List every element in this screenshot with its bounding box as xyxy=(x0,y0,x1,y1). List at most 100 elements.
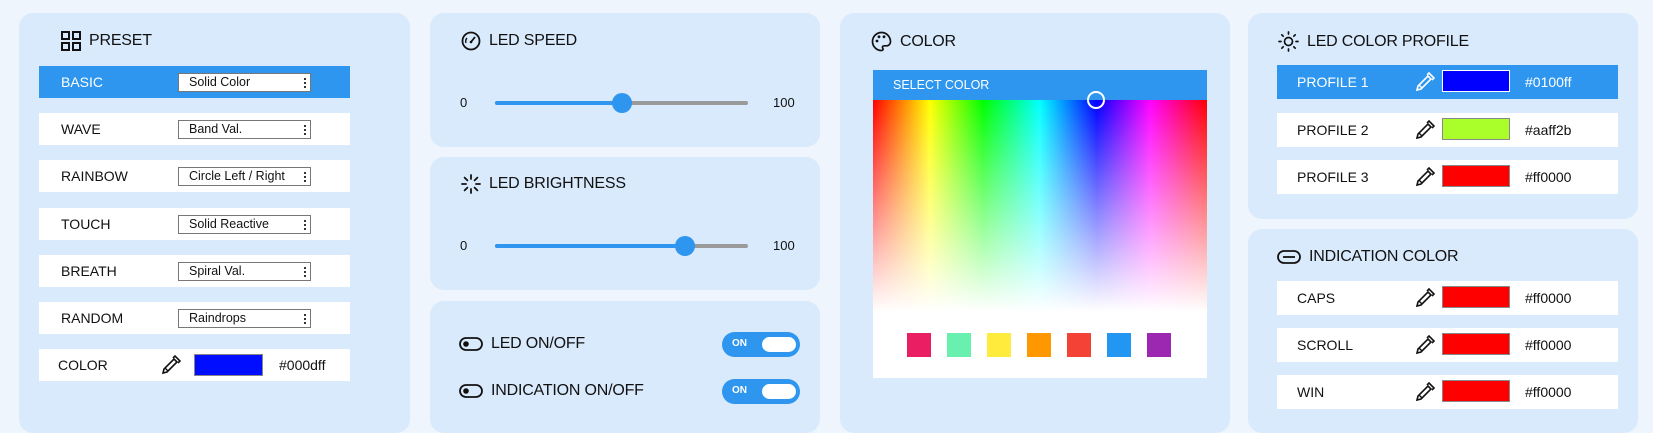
led-onoff-toggle[interactable]: ON xyxy=(722,332,800,357)
eyedropper-icon[interactable] xyxy=(1414,119,1436,141)
preset-label: BASIC xyxy=(61,74,104,90)
indication-row-caps[interactable]: CAPS #ff0000 xyxy=(1277,281,1618,315)
profile-row-3[interactable]: PROFILE 3 #ff0000 xyxy=(1277,160,1618,194)
kebab-icon xyxy=(304,265,306,277)
preset-dropdown[interactable]: Solid Color xyxy=(178,72,311,92)
indication-color-swatch[interactable] xyxy=(1442,286,1510,308)
palette-icon xyxy=(871,31,892,52)
toggle-icon xyxy=(459,337,483,351)
preset-color-row: COLOR #000dff xyxy=(39,349,350,381)
color-title-text: COLOR xyxy=(900,32,956,50)
eyedropper-icon[interactable] xyxy=(1414,334,1436,356)
indication-title-text: INDICATION COLOR xyxy=(1309,248,1459,265)
preset-color-hex: #000dff xyxy=(279,357,326,373)
indication-onoff-row: INDICATION ON/OFF xyxy=(459,382,644,400)
color-swatch[interactable] xyxy=(987,333,1011,357)
led-profile-title: LED COLOR PROFILE xyxy=(1278,31,1469,52)
dropdown-value: Solid Color xyxy=(189,74,251,89)
sun-icon xyxy=(1278,31,1299,52)
profile-hex: #0100ff xyxy=(1525,74,1572,90)
toggle-icon xyxy=(459,384,483,398)
slider-min-label: 0 xyxy=(460,238,468,253)
speedometer-icon xyxy=(461,31,481,51)
led-speed-title: LED SPEED xyxy=(461,31,577,51)
led-speed-title-text: LED SPEED xyxy=(489,32,578,49)
preset-label: WAVE xyxy=(61,121,101,137)
preset-dropdown[interactable]: Band Val. xyxy=(178,119,311,139)
eyedropper-icon[interactable] xyxy=(1414,381,1436,403)
eyedropper-icon[interactable] xyxy=(1414,71,1436,93)
profile-color-swatch[interactable] xyxy=(1442,165,1510,187)
eyedropper-icon[interactable] xyxy=(1414,166,1436,188)
preset-row-basic[interactable]: BASIC Solid Color xyxy=(39,66,350,98)
toggle-knob xyxy=(762,384,796,399)
preset-row-rainbow[interactable]: RAINBOW Circle Left / Right xyxy=(39,160,350,192)
indication-color-swatch[interactable] xyxy=(1442,380,1510,402)
preset-label: RANDOM xyxy=(61,310,124,326)
profile-row-2[interactable]: PROFILE 2 #aaff2b xyxy=(1277,113,1618,147)
led-speed-slider[interactable]: 0 100 xyxy=(458,93,803,113)
dropdown-value: Circle Left / Right xyxy=(189,168,285,183)
slider-min-label: 0 xyxy=(460,95,468,110)
led-brightness-slider[interactable]: 0 100 xyxy=(458,236,803,256)
preset-dropdown[interactable]: Spiral Val. xyxy=(178,261,311,281)
profile-color-swatch[interactable] xyxy=(1442,118,1510,140)
kebab-icon xyxy=(304,76,306,88)
preset-color-swatch[interactable] xyxy=(194,354,263,376)
indication-label: WIN xyxy=(1297,384,1325,400)
toggle-state: ON xyxy=(732,385,747,396)
preset-row-touch[interactable]: TOUCH Solid Reactive xyxy=(39,208,350,240)
color-swatch[interactable] xyxy=(947,333,971,357)
indication-onoff-toggle[interactable]: ON xyxy=(722,379,800,404)
kebab-icon xyxy=(304,312,306,324)
color-swatch[interactable] xyxy=(1027,333,1051,357)
preset-label: RAINBOW xyxy=(61,168,128,184)
toggle-knob xyxy=(762,337,796,352)
kebab-icon xyxy=(304,170,306,182)
dropdown-value: Spiral Val. xyxy=(189,263,246,278)
indication-title: INDICATION COLOR xyxy=(1277,248,1459,266)
dropdown-value: Raindrops xyxy=(189,310,246,325)
color-swatch[interactable] xyxy=(1147,333,1171,357)
preset-dropdown[interactable]: Raindrops xyxy=(178,308,311,328)
slider-thumb[interactable] xyxy=(674,236,695,256)
indication-row-win[interactable]: WIN #ff0000 xyxy=(1277,375,1618,409)
color-picker-area[interactable] xyxy=(873,100,1207,312)
indication-label: SCROLL xyxy=(1297,337,1354,353)
profile-color-swatch[interactable] xyxy=(1442,70,1510,92)
toggles-panel xyxy=(430,301,820,433)
preset-title: PRESET xyxy=(61,31,152,51)
profile-row-1[interactable]: PROFILE 1 #0100ff xyxy=(1277,65,1618,99)
color-picker-cursor[interactable] xyxy=(1087,91,1105,109)
indication-color-swatch[interactable] xyxy=(1442,333,1510,355)
color-swatch[interactable] xyxy=(1067,333,1091,357)
preset-row-breath[interactable]: BREATH Spiral Val. xyxy=(39,255,350,287)
led-brightness-title: LED BRIGHTNESS xyxy=(461,174,626,194)
color-swatch[interactable] xyxy=(1107,333,1131,357)
preset-color-label: COLOR xyxy=(58,357,108,373)
preset-dropdown[interactable]: Solid Reactive xyxy=(178,214,311,234)
indication-label: CAPS xyxy=(1297,290,1336,306)
profile-label: PROFILE 3 xyxy=(1297,169,1369,185)
led-onoff-label: LED ON/OFF xyxy=(491,335,586,352)
toggle-state: ON xyxy=(732,338,747,349)
led-brightness-title-text: LED BRIGHTNESS xyxy=(489,175,626,192)
led-onoff-row: LED ON/OFF xyxy=(459,335,585,353)
select-color-header: SELECT COLOR xyxy=(873,70,1207,100)
eyedropper-icon[interactable] xyxy=(160,354,182,376)
color-swatch[interactable] xyxy=(907,333,931,357)
slider-thumb[interactable] xyxy=(611,93,632,113)
indication-row-scroll[interactable]: SCROLL #ff0000 xyxy=(1277,328,1618,362)
eyedropper-icon[interactable] xyxy=(1414,287,1436,309)
preset-row-wave[interactable]: WAVE Band Val. xyxy=(39,113,350,145)
brightness-loader-icon xyxy=(461,174,481,194)
preset-dropdown[interactable]: Circle Left / Right xyxy=(178,166,311,186)
indication-onoff-label: INDICATION ON/OFF xyxy=(491,382,644,399)
slider-fill xyxy=(495,101,622,105)
minus-pill-icon xyxy=(1277,250,1301,264)
preset-row-random[interactable]: RANDOM Raindrops xyxy=(39,302,350,334)
preset-label: TOUCH xyxy=(61,216,111,232)
dropdown-value: Solid Reactive xyxy=(189,216,269,231)
indication-hex: #ff0000 xyxy=(1525,384,1572,400)
slider-max-label: 100 xyxy=(773,95,795,110)
